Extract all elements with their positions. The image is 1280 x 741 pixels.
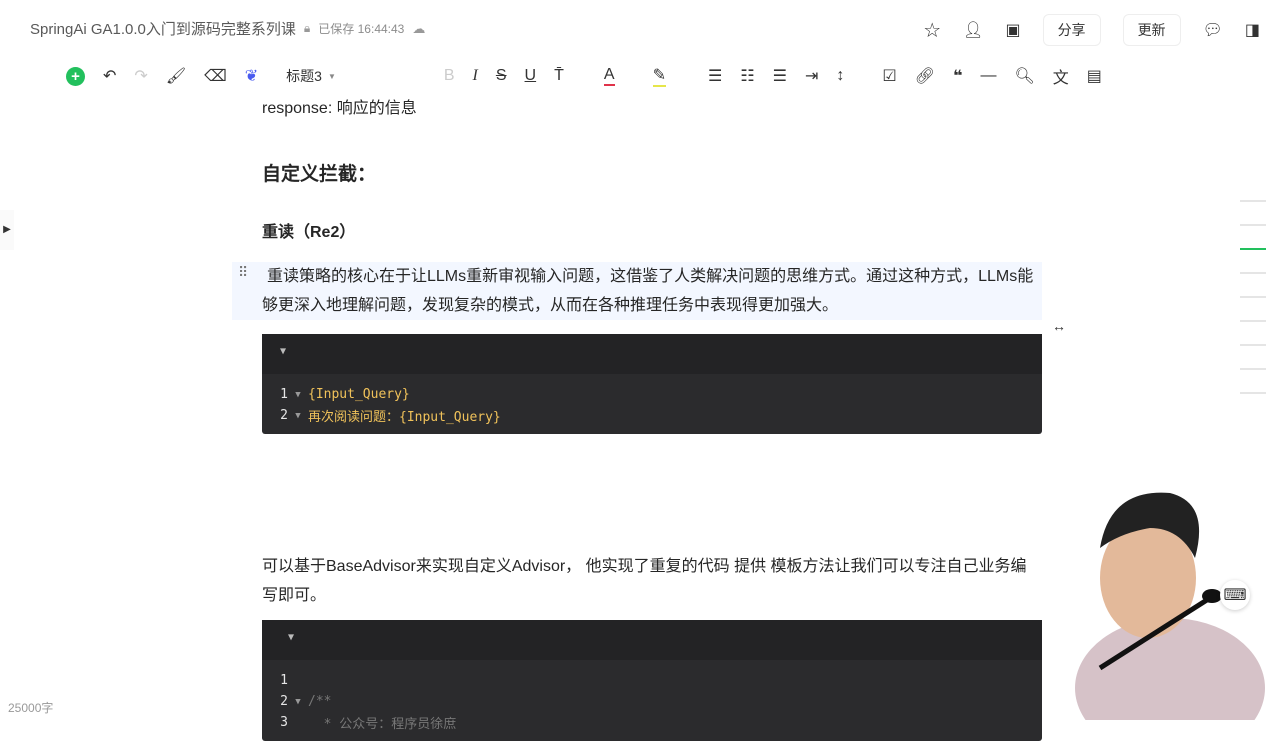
strikethrough-icon[interactable]: S — [496, 67, 507, 85]
drag-handle-icon[interactable]: ⠿ — [238, 264, 248, 281]
code-line: 1 — [280, 673, 288, 688]
italic-icon[interactable]: I — [473, 67, 478, 85]
divider-icon[interactable]: — — [980, 67, 996, 85]
code-line: 2 ▼ 再次阅读问题：{Input_Query} — [280, 408, 501, 425]
width-toggle-icon[interactable]: ↔ — [1052, 318, 1066, 334]
bullet-list-icon[interactable]: ☷ — [740, 66, 754, 86]
star-icon[interactable]: ☆ — [923, 18, 941, 43]
eraser-icon[interactable]: ⌫ — [204, 66, 227, 86]
highlight-icon[interactable]: ✎ — [652, 65, 666, 87]
doc-title-area: SpringAi GA1.0.0入门到源码完整系列课 🔒︎ 已保存 16:44:… — [30, 18, 425, 39]
paragraph[interactable]: 重读策略的核心在于让LLMs重新审视输入问题，这借鉴了人类解决问题的思维方式。通… — [262, 262, 1042, 320]
doc-title[interactable]: SpringAi GA1.0.0入门到源码完整系列课 — [30, 18, 296, 39]
share-button[interactable]: 分享 — [1042, 14, 1101, 46]
link-icon[interactable]: 🔗︎ — [915, 66, 935, 86]
collapse-icon[interactable]: ▼ — [262, 620, 1042, 660]
template-icon[interactable]: ▤ — [1087, 66, 1102, 86]
checkbox-icon[interactable]: ☑ — [882, 66, 896, 86]
editor-toolbar: + ↶ ↷ 🖌︎ ⌫ ❦ 标题3 ▼ B I S U T̄ A ✎ ☰ ☷ ☰ … — [66, 64, 1102, 88]
top-bar: SpringAi GA1.0.0入门到源码完整系列课 🔒︎ 已保存 16:44:… — [0, 0, 1280, 56]
align-icon[interactable]: ☰ — [708, 66, 722, 86]
quote-icon[interactable]: ❝ — [953, 66, 962, 86]
text-style-icon[interactable]: T̄ — [554, 67, 564, 85]
paragraph[interactable]: 可以基于BaseAdvisor来实现自定义Advisor， 他实现了重复的代码 … — [262, 552, 1042, 610]
ordered-list-icon[interactable]: ☰ — [773, 66, 787, 86]
code-block[interactable]: ▼ 1 ▼ {Input_Query} 2 ▼ 再次阅读问题：{Input_Query} — [262, 334, 1042, 434]
add-collaborator-icon[interactable]: 👤︎ — [963, 20, 983, 40]
collapse-icon[interactable]: ▼ — [262, 334, 1042, 374]
sidebar-toggle-icon[interactable]: ◨ — [1245, 20, 1260, 40]
code-line: 3 * 公众号：程序员徐庶 — [280, 715, 457, 732]
outline-minimap[interactable] — [1240, 200, 1266, 416]
saved-status: 已保存 16:44:43 — [318, 22, 405, 36]
underline-icon[interactable]: U — [525, 67, 537, 85]
paragraph-block[interactable]: ⠿ 重读策略的核心在于让LLMs重新审视输入问题，这借鉴了人类解决问题的思维方式… — [232, 262, 1042, 320]
indent-icon[interactable]: ⇥ — [805, 66, 818, 86]
word-count: 25000字 — [8, 701, 54, 715]
heading-custom-intercept[interactable]: 自定义拦截： — [262, 159, 1042, 186]
code-block[interactable]: ▼ 1 2 ▼/** 3 * 公众号：程序员徐庶 — [262, 620, 1042, 741]
heading-select[interactable]: 标题3 — [286, 66, 322, 86]
present-icon[interactable]: ▣ — [1005, 20, 1020, 40]
expand-outline-button[interactable]: ▶ — [0, 210, 14, 250]
paragraph[interactable]: response: 响应的信息 — [262, 94, 1042, 123]
ai-icon[interactable]: ❦ — [245, 66, 258, 86]
insert-button[interactable]: + — [66, 66, 85, 86]
update-button[interactable]: 更新 — [1122, 14, 1181, 46]
line-height-icon[interactable]: ↕ — [836, 67, 844, 85]
document-body: response: 响应的信息 自定义拦截： 重读（Re2） ⠿ 重读策略的核心… — [232, 94, 1042, 741]
comment-icon[interactable]: 💬︎ — [1203, 20, 1223, 40]
keyboard-icon[interactable]: ⌨ — [1220, 580, 1250, 610]
cloud-icon: ☁︎ — [412, 20, 426, 36]
webcam-overlay: ⌨ — [1070, 488, 1280, 741]
code-line: 1 ▼ {Input_Query} — [280, 387, 410, 402]
undo-icon[interactable]: ↶ — [103, 66, 116, 86]
translate-icon[interactable]: 文 — [1053, 64, 1069, 88]
font-color-icon[interactable]: A — [603, 66, 615, 86]
heading-re2[interactable]: 重读（Re2） — [262, 218, 1042, 242]
format-painter-icon[interactable]: 🖌︎ — [166, 66, 186, 86]
code-line: 2 ▼/** — [280, 694, 332, 709]
redo-icon[interactable]: ↷ — [134, 66, 147, 86]
bold-icon[interactable]: B — [444, 67, 455, 85]
chevron-down-icon: ▼ — [327, 71, 336, 81]
find-icon[interactable]: 🔍︎ — [1014, 66, 1034, 86]
lock-icon: 🔒︎ — [303, 21, 311, 35]
